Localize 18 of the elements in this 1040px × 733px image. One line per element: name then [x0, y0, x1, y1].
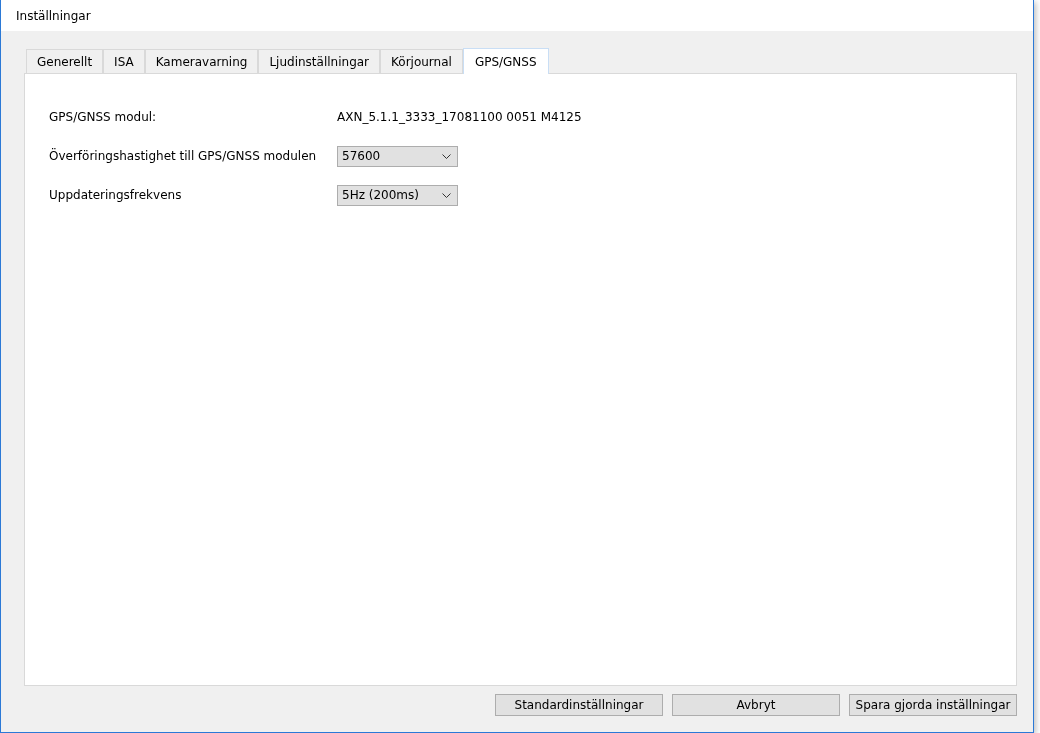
field-value: AXN_5.1.1_3333_17081100 0051 M4125 — [337, 110, 583, 124]
dropdown[interactable]: 57600 — [337, 145, 458, 167]
tab[interactable]: Körjournal — [380, 49, 463, 73]
tab[interactable]: GPS/GNSS — [462, 48, 549, 74]
field-label: GPS/GNSS modul: — [49, 110, 158, 124]
tab[interactable]: Kameravarning — [144, 49, 259, 73]
field-label: Uppdateringsfrekvens — [49, 188, 183, 202]
dialog-button[interactable]: Spara gjorda inställningar — [849, 694, 1017, 716]
dropdown[interactable]: 5Hz (200ms) — [337, 184, 458, 206]
tab[interactable]: ISA — [103, 49, 145, 73]
tab[interactable]: Generellt — [26, 49, 104, 73]
tab[interactable]: Ljudinställningar — [258, 49, 381, 73]
field-label: Överföringshastighet till GPS/GNSS modulen — [49, 149, 318, 163]
chevron-down-icon — [442, 192, 451, 198]
window-title: Inställningar — [16, 8, 91, 23]
chevron-down-icon — [442, 153, 451, 159]
dialog-button[interactable]: Standardinställningar — [495, 694, 663, 716]
dialog-button[interactable]: Avbryt — [672, 694, 840, 716]
